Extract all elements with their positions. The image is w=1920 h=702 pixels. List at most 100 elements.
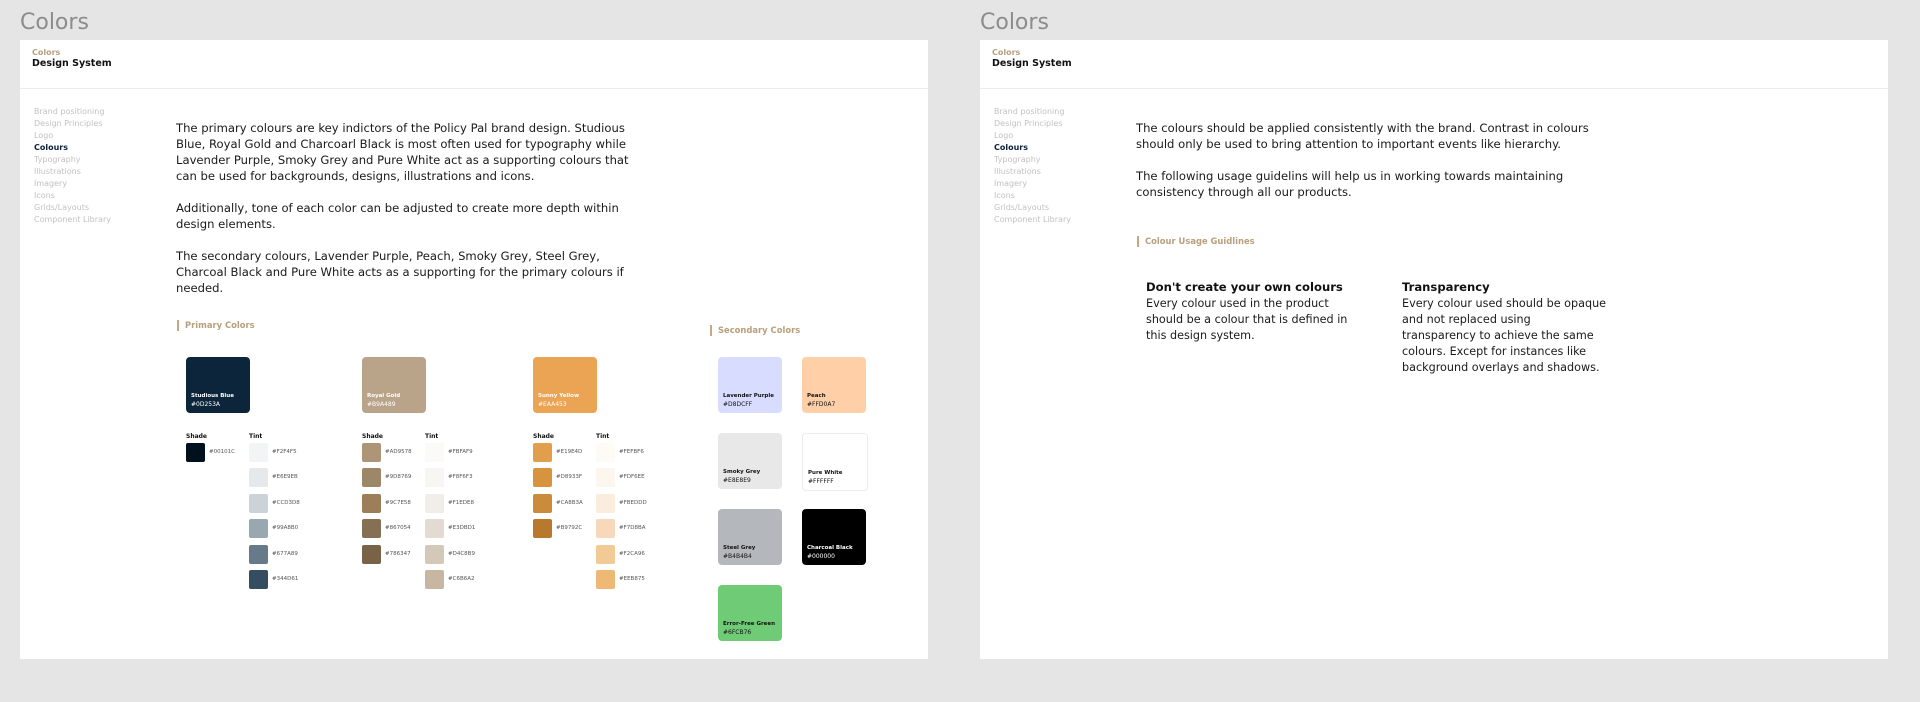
tint-chip[interactable] bbox=[596, 570, 615, 589]
breadcrumb[interactable]: Colors bbox=[32, 48, 60, 57]
nav-item-component-library[interactable]: Component Library bbox=[34, 214, 111, 226]
shade-chip[interactable] bbox=[362, 443, 381, 462]
tint-hex: #FBEDDD bbox=[619, 499, 647, 506]
shade-hex: #E19E4D bbox=[556, 449, 583, 455]
color-swatch[interactable]: Peach #FFD0A7 bbox=[802, 357, 866, 413]
tint-chip[interactable] bbox=[249, 443, 268, 462]
shade-header: Shade bbox=[533, 433, 555, 440]
tint-chip[interactable] bbox=[596, 493, 615, 513]
swatch-name: Royal Gold bbox=[367, 393, 401, 399]
swatch-hex: #B4B4B4 bbox=[723, 553, 752, 560]
shade-chip[interactable] bbox=[186, 443, 205, 462]
tint-hex: #EEB875 bbox=[619, 576, 645, 582]
intro-paragraph: The secondary colours, Lavender Purple, … bbox=[176, 249, 624, 295]
tint-hex: #FEFBF6 bbox=[619, 449, 644, 455]
nav-item-icons[interactable]: Icons bbox=[34, 190, 111, 202]
tint-chip[interactable] bbox=[249, 519, 268, 539]
guide-text: Every colour used in the product should … bbox=[1146, 297, 1348, 342]
artboard-right: Colors Design System Brand positioning D… bbox=[980, 40, 1888, 659]
nav-item-design-principles[interactable]: Design Principles bbox=[34, 118, 111, 130]
tint-hex: #E6E9EB bbox=[272, 474, 298, 481]
shade-chip[interactable] bbox=[533, 468, 552, 488]
color-swatch[interactable]: Charcoal Black #000000 bbox=[802, 509, 866, 565]
tint-hex: #E3DBD1 bbox=[448, 525, 476, 532]
page-title: Design System bbox=[32, 58, 112, 69]
shade-chip[interactable] bbox=[362, 468, 381, 488]
nav-item-logo[interactable]: Logo bbox=[34, 130, 111, 142]
swatch-name: Smoky Grey bbox=[723, 469, 761, 475]
swatch-hex: #000000 bbox=[807, 553, 835, 560]
tint-hex: #D4C8B9 bbox=[448, 550, 475, 557]
topbar: Colors Design System bbox=[20, 40, 928, 89]
tint-chip[interactable] bbox=[249, 570, 268, 589]
color-swatch[interactable]: Studious Blue #0D253A bbox=[186, 357, 250, 413]
intro-paragraph: The primary colours are key indictors of… bbox=[176, 121, 629, 183]
nav-item-imagery[interactable]: Imagery bbox=[994, 178, 1071, 190]
nav-item-brand-positioning[interactable]: Brand positioning bbox=[34, 106, 111, 118]
tint-header: Tint bbox=[596, 433, 610, 440]
intro-text: The colours should be applied consistent… bbox=[1136, 120, 1616, 216]
shade-chip[interactable] bbox=[362, 493, 381, 513]
shade-chip[interactable] bbox=[362, 544, 381, 564]
swatch-name: Steel Grey bbox=[723, 545, 756, 551]
tint-chip[interactable] bbox=[425, 544, 444, 564]
tint-chip[interactable] bbox=[425, 443, 444, 462]
tint-chip[interactable] bbox=[425, 519, 444, 539]
swatch-hex: #6FCB76 bbox=[723, 629, 752, 636]
tint-chip[interactable] bbox=[425, 570, 444, 589]
color-swatch[interactable]: Sunny Yellow #EAA453 bbox=[533, 357, 597, 413]
nav-item-imagery[interactable]: Imagery bbox=[34, 178, 111, 190]
shade-chip[interactable] bbox=[533, 443, 552, 462]
tint-hex: #99A8B0 bbox=[272, 525, 299, 532]
color-swatch[interactable]: Pure White #FFFFFF bbox=[802, 433, 868, 491]
nav-item-typography[interactable]: Typography bbox=[34, 154, 111, 166]
color-swatch[interactable]: Royal Gold #B9A489 bbox=[362, 357, 426, 413]
intro-paragraph: The following usage guidelins will help … bbox=[1136, 169, 1564, 199]
nav-item-brand-positioning[interactable]: Brand positioning bbox=[994, 106, 1071, 118]
color-swatch[interactable]: Smoky Grey #E8E8E9 bbox=[718, 433, 782, 489]
tint-hex: #677A89 bbox=[272, 550, 298, 557]
intro-paragraph: Additionally, tone of each color can be … bbox=[176, 201, 619, 231]
tint-chip[interactable] bbox=[596, 519, 615, 539]
color-swatch[interactable]: Error-Free Green #6FCB76 bbox=[718, 585, 782, 641]
nav-item-typography[interactable]: Typography bbox=[994, 154, 1071, 166]
nav-item-grids-layouts[interactable]: Grids/Layouts bbox=[994, 202, 1071, 214]
side-nav: Brand positioning Design Principles Logo… bbox=[34, 106, 111, 226]
tint-chip[interactable] bbox=[249, 468, 268, 488]
shade-header: Shade bbox=[186, 433, 208, 440]
nav-item-colours[interactable]: Colours bbox=[994, 142, 1071, 154]
tint-chip[interactable] bbox=[425, 468, 444, 488]
tint-header: Tint bbox=[425, 433, 439, 440]
nav-item-illustrations[interactable]: Illustrations bbox=[994, 166, 1071, 178]
swatch-name: Studious Blue bbox=[191, 393, 234, 399]
swatch-name: Lavender Purple bbox=[723, 393, 774, 399]
shade-chip[interactable] bbox=[533, 493, 552, 513]
swatch-hex: #EAA453 bbox=[538, 401, 567, 408]
shade-chip[interactable] bbox=[533, 519, 552, 539]
swatch-name: Sunny Yellow bbox=[538, 393, 580, 399]
tint-chip[interactable] bbox=[596, 443, 615, 462]
nav-item-colours[interactable]: Colours bbox=[34, 142, 111, 154]
tint-hex: #344D61 bbox=[272, 576, 299, 582]
swatch-hex: #FFD0A7 bbox=[807, 401, 836, 408]
tint-hex: #FBFAF9 bbox=[448, 449, 473, 455]
tint-chip[interactable] bbox=[249, 544, 268, 564]
color-swatch[interactable]: Steel Grey #B4B4B4 bbox=[718, 509, 782, 565]
color-swatch[interactable]: Lavender Purple #D8DCFF bbox=[718, 357, 782, 413]
shade-chip[interactable] bbox=[362, 519, 381, 539]
nav-item-component-library[interactable]: Component Library bbox=[994, 214, 1071, 226]
shade-hex: #AD9578 bbox=[385, 449, 412, 455]
tint-chip[interactable] bbox=[596, 544, 615, 564]
nav-item-design-principles[interactable]: Design Principles bbox=[994, 118, 1071, 130]
nav-item-icons[interactable]: Icons bbox=[994, 190, 1071, 202]
tint-chip[interactable] bbox=[249, 493, 268, 513]
nav-item-grids-layouts[interactable]: Grids/Layouts bbox=[34, 202, 111, 214]
tint-chip[interactable] bbox=[596, 468, 615, 488]
swatch-hex: #E8E8E9 bbox=[723, 477, 751, 484]
breadcrumb[interactable]: Colors bbox=[992, 48, 1020, 57]
tint-hex: #F8F6F3 bbox=[448, 474, 473, 481]
nav-item-illustrations[interactable]: Illustrations bbox=[34, 166, 111, 178]
nav-item-logo[interactable]: Logo bbox=[994, 130, 1071, 142]
tint-chip[interactable] bbox=[425, 493, 444, 513]
shade-header: Shade bbox=[362, 433, 384, 440]
